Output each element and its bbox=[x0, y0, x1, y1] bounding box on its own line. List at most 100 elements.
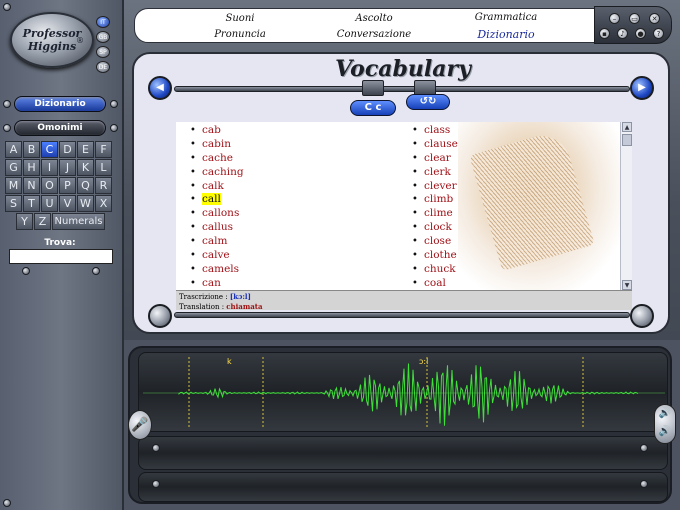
word-info-bar: Trascrizione : [kɔ:l] Translation : chia… bbox=[176, 290, 632, 311]
letter-e-key[interactable]: E bbox=[77, 141, 94, 158]
letter-g-key[interactable]: G bbox=[5, 159, 22, 176]
word-list-scrollbar[interactable]: ▲ ▼ bbox=[620, 122, 632, 290]
book-illustration bbox=[458, 122, 620, 290]
screw-icon bbox=[152, 444, 160, 452]
letter-f-key[interactable]: F bbox=[95, 141, 112, 158]
list-item[interactable]: climb bbox=[412, 193, 458, 207]
speaker-icon[interactable]: 🔊 🔊 bbox=[654, 404, 676, 444]
close-icon[interactable]: ✕ bbox=[649, 13, 660, 24]
letter-c-key[interactable]: C bbox=[41, 141, 58, 158]
letter-t-key[interactable]: T bbox=[23, 195, 40, 212]
list-item[interactable]: calk bbox=[190, 180, 244, 194]
screw-icon bbox=[640, 444, 648, 452]
menu-suoni[interactable]: Suoni bbox=[185, 13, 295, 24]
letter-q-key[interactable]: Q bbox=[77, 177, 94, 194]
toolbar-buttons: – ▭ ✕ ▪ ♪ ● ? bbox=[594, 6, 672, 44]
save-icon[interactable]: ▪ bbox=[599, 28, 610, 39]
microphone-icon[interactable]: 🎤 bbox=[128, 410, 152, 440]
list-item[interactable]: callons bbox=[190, 207, 244, 221]
letter-a-key[interactable]: A bbox=[5, 141, 22, 158]
letter-j-key[interactable]: J bbox=[59, 159, 76, 176]
list-item[interactable]: clime bbox=[412, 207, 458, 221]
dizionario-button[interactable]: Dizionario bbox=[14, 96, 106, 112]
playback-channel bbox=[138, 472, 668, 502]
print-icon[interactable]: ▭ bbox=[629, 13, 640, 24]
list-item[interactable]: class bbox=[412, 124, 458, 138]
menu-ascolto[interactable]: Ascolto bbox=[319, 13, 429, 24]
minimize-icon[interactable]: – bbox=[609, 13, 620, 24]
list-item[interactable]: caching bbox=[190, 166, 244, 180]
list-item[interactable]: clock bbox=[412, 221, 458, 235]
language-gb-button[interactable]: GB bbox=[96, 31, 110, 43]
list-item[interactable]: clothe bbox=[412, 249, 458, 263]
letter-s-key[interactable]: S bbox=[5, 195, 22, 212]
phoneme-label-2: ɔ:l bbox=[419, 357, 429, 366]
letter-o-key[interactable]: O bbox=[41, 177, 58, 194]
letter-x-key[interactable]: X bbox=[95, 195, 112, 212]
letter-v-key[interactable]: V bbox=[59, 195, 76, 212]
case-toggle-button[interactable]: C c bbox=[350, 100, 396, 116]
list-item[interactable]: camels bbox=[190, 263, 244, 277]
menu-dizionario[interactable]: Dizionario bbox=[451, 28, 561, 41]
scroll-down-icon[interactable]: ▼ bbox=[622, 280, 632, 290]
screw-icon bbox=[3, 499, 11, 507]
numerals-key[interactable]: Numerals bbox=[52, 213, 105, 230]
language-sp-button[interactable]: SP bbox=[96, 46, 110, 58]
letter-m-key[interactable]: M bbox=[5, 177, 22, 194]
audio-icon[interactable]: ♪ bbox=[617, 28, 628, 39]
letter-h-key[interactable]: H bbox=[23, 159, 40, 176]
screw-icon bbox=[640, 480, 648, 488]
trascrizione-value: [kɔ:l] bbox=[229, 292, 251, 301]
menu-conversazione[interactable]: Conversazione bbox=[319, 29, 429, 40]
language-it-button[interactable]: IT bbox=[96, 16, 110, 28]
help-icon[interactable]: ? bbox=[653, 28, 664, 39]
letter-w-key[interactable]: W bbox=[77, 195, 94, 212]
list-item[interactable]: cache bbox=[190, 152, 244, 166]
list-item[interactable]: coal bbox=[412, 277, 458, 290]
record-icon[interactable]: ● bbox=[635, 28, 646, 39]
next-arrow-button[interactable]: ▶ bbox=[630, 76, 654, 100]
list-item[interactable]: calve bbox=[190, 249, 244, 263]
waveform-graph bbox=[143, 357, 665, 429]
list-item[interactable]: callus bbox=[190, 221, 244, 235]
letter-u-key[interactable]: U bbox=[41, 195, 58, 212]
letter-i-key[interactable]: I bbox=[41, 159, 58, 176]
screw-icon bbox=[22, 267, 30, 275]
trova-search-input[interactable] bbox=[9, 249, 113, 264]
list-item[interactable]: chuck bbox=[412, 263, 458, 277]
list-item[interactable]: close bbox=[412, 235, 458, 249]
letter-l-key[interactable]: L bbox=[95, 159, 112, 176]
list-item[interactable]: can bbox=[190, 277, 244, 290]
list-item[interactable]: cabin bbox=[190, 138, 244, 152]
sidebar: Professor Higgins ® IT GB SP DE Dizionar… bbox=[0, 0, 124, 510]
undo-redo-button[interactable]: ↺↻ bbox=[406, 94, 450, 110]
letter-k-key[interactable]: K bbox=[77, 159, 94, 176]
list-item[interactable]: calm bbox=[190, 235, 244, 249]
scroll-thumb[interactable] bbox=[622, 134, 632, 146]
word-column-2: class clause clear clerk clever climb cl… bbox=[412, 124, 458, 290]
waveform-display: k ɔ:l bbox=[128, 346, 672, 504]
screw-icon bbox=[152, 480, 160, 488]
letter-n-key[interactable]: N bbox=[23, 177, 40, 194]
letter-d-key[interactable]: D bbox=[59, 141, 76, 158]
letter-p-key[interactable]: P bbox=[59, 177, 76, 194]
previous-arrow-button[interactable]: ◀ bbox=[148, 76, 172, 100]
screw-icon bbox=[92, 267, 100, 275]
menu-grammatica[interactable]: Grammatica bbox=[451, 12, 561, 23]
list-item[interactable]: clerk bbox=[412, 166, 458, 180]
letter-r-key[interactable]: R bbox=[95, 177, 112, 194]
list-item-selected[interactable]: call bbox=[190, 193, 244, 207]
list-item[interactable]: clear bbox=[412, 152, 458, 166]
list-item[interactable]: clause bbox=[412, 138, 458, 152]
list-item[interactable]: clever bbox=[412, 180, 458, 194]
language-de-button[interactable]: DE bbox=[96, 61, 110, 73]
screw-icon bbox=[3, 3, 11, 11]
recorded-waveform-channel: k ɔ:l bbox=[138, 352, 668, 432]
letter-b-key[interactable]: B bbox=[23, 141, 40, 158]
scroll-up-icon[interactable]: ▲ bbox=[622, 122, 632, 132]
omonimi-button[interactable]: Omonimi bbox=[14, 120, 106, 136]
menu-pronuncia[interactable]: Pronuncia bbox=[185, 29, 295, 40]
letter-z-key[interactable]: Z bbox=[34, 213, 51, 230]
list-item[interactable]: cab bbox=[190, 124, 244, 138]
letter-y-key[interactable]: Y bbox=[16, 213, 33, 230]
